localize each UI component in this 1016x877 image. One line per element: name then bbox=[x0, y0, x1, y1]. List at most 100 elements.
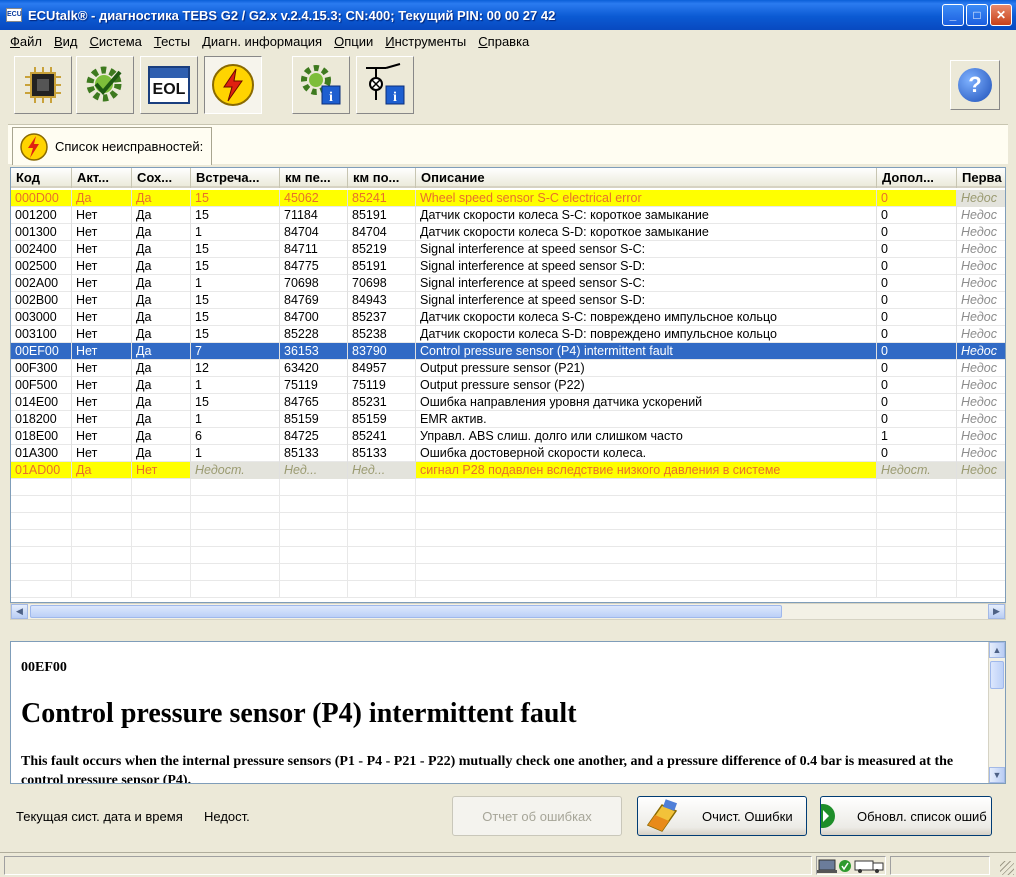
empty-cell bbox=[11, 530, 72, 547]
table-row[interactable]: 003000 Нет Да 15 84700 85237 Датчик скорости к… bbox=[11, 309, 1005, 326]
menu-options[interactable]: Опции bbox=[328, 34, 379, 49]
table-row[interactable]: 002B00 Нет Да 15 84769 84943 Signal interferen… bbox=[11, 292, 1005, 309]
table-row[interactable]: 000D00 Да Да 15 45062 85241 Wheel speed sensor… bbox=[11, 190, 1005, 207]
col-description[interactable]: Описание bbox=[416, 168, 877, 188]
refresh-faults-button[interactable]: Обновл. список ошиб bbox=[820, 796, 992, 836]
cell-km-last: 85241 bbox=[348, 190, 416, 207]
table-row[interactable]: 01A300 Нет Да 1 85133 85133 Ошибка достоверной… bbox=[11, 445, 1005, 462]
settings-info-button[interactable]: i bbox=[292, 56, 350, 114]
empty-table-row bbox=[11, 479, 1005, 496]
col-km-first[interactable]: км пе... bbox=[280, 168, 348, 188]
cell-description: Signal interference at speed sensor S-C: bbox=[416, 241, 877, 258]
cell-stored: Да bbox=[132, 241, 191, 258]
cell-description: Датчик скорости колеса S-D: повреждено и… bbox=[416, 326, 877, 343]
col-km-last[interactable]: км по... bbox=[348, 168, 416, 188]
col-stored[interactable]: Сох... bbox=[132, 168, 191, 188]
minimize-button[interactable]: _ bbox=[942, 4, 964, 26]
menu-system[interactable]: Система bbox=[84, 34, 148, 49]
table-row[interactable]: 01AD00 Да Нет Недост. Нед... Нед... сигнал P28… bbox=[11, 462, 1005, 479]
eol-button[interactable]: EOL bbox=[140, 56, 198, 114]
cell-code: 003000 bbox=[11, 309, 72, 326]
cell-extra: Недост. bbox=[877, 462, 957, 479]
cell-active: Нет bbox=[72, 326, 132, 343]
cell-km-last: 70698 bbox=[348, 275, 416, 292]
clear-faults-button[interactable]: Очист. Ошибки bbox=[637, 796, 807, 836]
table-row[interactable]: 00F500 Нет Да 1 75119 75119 Output pressure se… bbox=[11, 377, 1005, 394]
col-active[interactable]: Акт... bbox=[72, 168, 132, 188]
menu-help[interactable]: Справка bbox=[472, 34, 535, 49]
cell-stored: Да bbox=[132, 309, 191, 326]
cell-km-first: 84775 bbox=[280, 258, 348, 275]
empty-cell bbox=[11, 479, 72, 496]
empty-cell bbox=[280, 581, 348, 598]
scroll-left-button[interactable]: ◀ bbox=[11, 604, 28, 619]
cell-first-date: Недос bbox=[957, 462, 1005, 479]
cell-description: EMR актив. bbox=[416, 411, 877, 428]
cell-extra: 0 bbox=[877, 241, 957, 258]
empty-cell bbox=[957, 530, 1005, 547]
title-bar[interactable]: ECU ECUtalk® - диагностика TEBS G2 / G2.… bbox=[0, 0, 1016, 30]
cell-km-last: 75119 bbox=[348, 377, 416, 394]
ecu-button[interactable] bbox=[14, 56, 72, 114]
table-row[interactable]: 001200 Нет Да 15 71184 85191 Датчик скорости к… bbox=[11, 207, 1005, 224]
scroll-right-button[interactable]: ▶ bbox=[988, 604, 1005, 619]
empty-cell bbox=[280, 564, 348, 581]
maximize-button[interactable]: □ bbox=[966, 4, 988, 26]
cell-km-last: 85219 bbox=[348, 241, 416, 258]
fault-table[interactable]: Код Акт... Сох... Встреча... км пе... км… bbox=[10, 167, 1006, 603]
cell-code: 002500 bbox=[11, 258, 72, 275]
col-first[interactable]: Перва bbox=[957, 168, 1005, 188]
fault-list-tab[interactable]: Список неисправностей: bbox=[12, 127, 213, 165]
col-count[interactable]: Встреча... bbox=[191, 168, 280, 188]
empty-cell bbox=[957, 513, 1005, 530]
cell-km-last: 85191 bbox=[348, 258, 416, 275]
empty-cell bbox=[132, 530, 191, 547]
table-row[interactable]: 018200 Нет Да 1 85159 85159 EMR актив. 0 Недос bbox=[11, 411, 1005, 428]
menu-diag-info[interactable]: Диагн. информация bbox=[196, 34, 328, 49]
close-button[interactable]: ✕ bbox=[990, 4, 1012, 26]
scroll-up-button[interactable]: ▲ bbox=[989, 642, 1005, 658]
cell-description: Датчик скорости колеса S-C: короткое зам… bbox=[416, 207, 877, 224]
cell-extra: 0 bbox=[877, 292, 957, 309]
fault-list-button[interactable] bbox=[204, 56, 262, 114]
cell-stored: Да bbox=[132, 258, 191, 275]
cell-stored: Да bbox=[132, 207, 191, 224]
resize-grip-icon[interactable] bbox=[1000, 861, 1014, 875]
cell-count: 15 bbox=[191, 258, 280, 275]
vertical-scroll-thumb[interactable] bbox=[990, 661, 1004, 689]
menu-file[interactable]: Файл bbox=[4, 34, 48, 49]
connection-status-icon bbox=[817, 859, 884, 873]
table-row[interactable]: 002A00 Нет Да 1 70698 70698 Signal interferenc… bbox=[11, 275, 1005, 292]
empty-cell bbox=[348, 479, 416, 496]
horizontal-scroll-thumb[interactable] bbox=[30, 605, 782, 618]
table-row[interactable]: 001300 Нет Да 1 84704 84704 Датчик скорости ко… bbox=[11, 224, 1005, 241]
table-row[interactable]: 002400 Нет Да 15 84711 85219 Signal interferen… bbox=[11, 241, 1005, 258]
empty-cell bbox=[72, 496, 132, 513]
menu-tools[interactable]: Инструменты bbox=[379, 34, 472, 49]
table-row[interactable]: 00EF00 Нет Да 7 36153 83790 Control pressure s… bbox=[11, 343, 1005, 360]
empty-cell bbox=[132, 496, 191, 513]
gear-info-icon: i bbox=[301, 65, 341, 105]
cell-km-first: 45062 bbox=[280, 190, 348, 207]
table-row[interactable]: 014E00 Нет Да 15 84765 85231 Ошибка направлени… bbox=[11, 394, 1005, 411]
table-horizontal-scrollbar[interactable]: ◀ ▶ bbox=[10, 603, 1006, 620]
circuit-info-button[interactable]: i bbox=[356, 56, 414, 114]
table-row[interactable]: 00F300 Нет Да 12 63420 84957 Output pressure s… bbox=[11, 360, 1005, 377]
scroll-down-button[interactable]: ▼ bbox=[989, 767, 1005, 783]
menu-tests[interactable]: Тесты bbox=[148, 34, 196, 49]
settings-check-button[interactable] bbox=[76, 56, 134, 114]
cell-count: 15 bbox=[191, 292, 280, 309]
table-row[interactable]: 003100 Нет Да 15 85228 85238 Датчик скорости к… bbox=[11, 326, 1005, 343]
col-extra[interactable]: Допол... bbox=[877, 168, 957, 188]
details-vertical-scrollbar[interactable]: ▲ ▼ bbox=[988, 642, 1005, 783]
cell-description: сигнал P28 подавлен вследствие низкого д… bbox=[416, 462, 877, 479]
fault-report-button[interactable]: Отчет об ошибках bbox=[452, 796, 622, 836]
cell-active: Нет bbox=[72, 445, 132, 462]
table-row[interactable]: 002500 Нет Да 15 84775 85191 Signal interferen… bbox=[11, 258, 1005, 275]
table-row[interactable]: 018E00 Нет Да 6 84725 85241 Управл. ABS слиш. … bbox=[11, 428, 1005, 445]
empty-cell bbox=[877, 513, 957, 530]
col-code[interactable]: Код bbox=[11, 168, 72, 188]
cell-stored: Да bbox=[132, 394, 191, 411]
menu-view[interactable]: Вид bbox=[48, 34, 84, 49]
help-button[interactable]: ? bbox=[950, 60, 1000, 110]
